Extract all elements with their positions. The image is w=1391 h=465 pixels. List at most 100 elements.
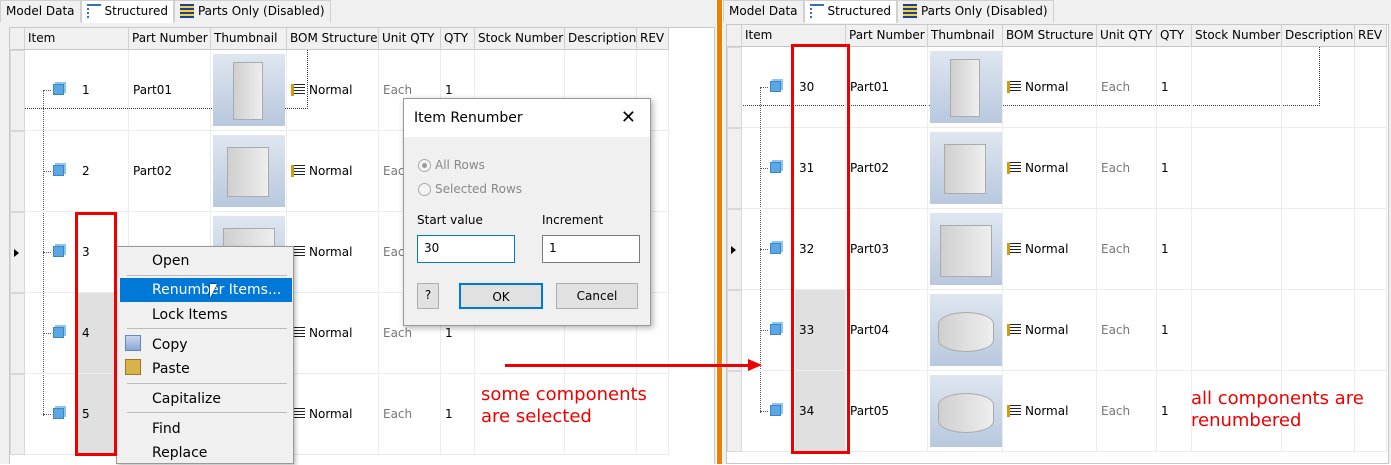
column-header[interactable]: Part Number bbox=[129, 28, 211, 50]
column-header[interactable]: Stock Number bbox=[1192, 25, 1282, 47]
menu-capitalize[interactable]: Capitalize bbox=[120, 387, 292, 411]
menu-open[interactable]: Open bbox=[120, 249, 292, 273]
menu-paste[interactable]: Paste bbox=[120, 357, 292, 381]
stock-number-cell[interactable] bbox=[1192, 47, 1282, 128]
column-header[interactable]: BOM Structure bbox=[287, 28, 379, 50]
part-number-cell[interactable]: Part01 bbox=[846, 47, 928, 128]
start-value-input[interactable]: 30 bbox=[417, 235, 515, 263]
rev-cell[interactable] bbox=[1355, 209, 1387, 290]
increment-input[interactable]: 1 bbox=[542, 235, 640, 263]
column-header[interactable]: REV bbox=[1355, 25, 1387, 47]
bom-structure-cell[interactable]: Normal bbox=[287, 374, 379, 455]
menu-lock-items[interactable]: Lock Items bbox=[120, 303, 292, 327]
column-header[interactable]: Description bbox=[1282, 25, 1355, 47]
column-header[interactable]: QTY bbox=[1157, 25, 1192, 47]
part-number-cell[interactable]: Part05 bbox=[846, 371, 928, 452]
column-header[interactable]: Item bbox=[25, 28, 129, 50]
part-number-cell[interactable]: Part02 bbox=[129, 131, 211, 212]
tab-label: Structured bbox=[827, 4, 891, 18]
row-header[interactable] bbox=[10, 50, 25, 131]
qty-cell[interactable]: 1 bbox=[1157, 47, 1192, 128]
bom-structure-cell[interactable]: Normal bbox=[1003, 128, 1097, 209]
menu-find[interactable]: Find bbox=[120, 417, 292, 441]
part-icon bbox=[770, 243, 781, 254]
description-cell[interactable] bbox=[1282, 47, 1355, 128]
description-cell[interactable] bbox=[1282, 128, 1355, 209]
stock-number-cell[interactable] bbox=[1192, 128, 1282, 209]
column-header[interactable]: Stock Number bbox=[475, 28, 565, 50]
menu-copy[interactable]: Copy bbox=[120, 333, 292, 357]
row-header[interactable] bbox=[727, 47, 742, 128]
column-header[interactable]: Unit QTY bbox=[379, 28, 441, 50]
row-header[interactable] bbox=[10, 374, 25, 455]
bom-structure-cell[interactable]: Normal bbox=[287, 50, 379, 131]
qty-cell[interactable]: 1 bbox=[1157, 371, 1192, 452]
unit-qty-cell[interactable]: Each bbox=[1097, 290, 1157, 371]
part-number-cell[interactable]: Part03 bbox=[846, 209, 928, 290]
column-header[interactable]: Thumbnail bbox=[928, 25, 1003, 47]
tab-model-data[interactable]: Model Data bbox=[723, 0, 804, 22]
qty-cell[interactable]: 1 bbox=[1157, 290, 1192, 371]
menu-replace[interactable]: Replace bbox=[120, 441, 292, 465]
row-header[interactable] bbox=[10, 293, 25, 374]
stock-number-cell[interactable] bbox=[1192, 290, 1282, 371]
unit-qty-cell[interactable]: Each bbox=[1097, 371, 1157, 452]
right-annotation: all components are renumbered bbox=[1191, 388, 1364, 431]
rev-cell[interactable] bbox=[1355, 290, 1387, 371]
column-header[interactable]: Part Number bbox=[846, 25, 928, 47]
column-header[interactable]: REV bbox=[637, 28, 669, 50]
ok-button[interactable]: OK bbox=[459, 283, 543, 309]
cancel-button[interactable]: Cancel bbox=[556, 283, 638, 309]
menu-renumber-items[interactable]: Renumber Items... bbox=[120, 278, 292, 302]
stock-number-cell[interactable] bbox=[1192, 209, 1282, 290]
item-number-cell[interactable]: 1 bbox=[78, 50, 129, 131]
selected-rows-radio[interactable]: Selected Rows bbox=[418, 182, 522, 196]
column-header[interactable]: Description bbox=[565, 28, 637, 50]
parts-only-icon bbox=[179, 4, 194, 18]
bom-structure-cell[interactable]: Normal bbox=[1003, 47, 1097, 128]
unit-qty-cell[interactable]: Each bbox=[1097, 47, 1157, 128]
close-icon[interactable]: ✕ bbox=[621, 107, 636, 128]
bom-structure-cell[interactable]: Normal bbox=[287, 131, 379, 212]
bom-normal-icon bbox=[1007, 243, 1021, 255]
qty-cell[interactable]: 1 bbox=[441, 374, 475, 455]
tab-label: Model Data bbox=[6, 4, 75, 18]
row-header[interactable] bbox=[727, 371, 742, 452]
right-renumber-highlight bbox=[791, 44, 850, 454]
tab-parts-only-disabled-[interactable]: Parts Only (Disabled) bbox=[173, 0, 331, 22]
tab-structured[interactable]: Structured bbox=[80, 0, 174, 23]
description-cell[interactable] bbox=[1282, 290, 1355, 371]
unit-qty-cell[interactable]: Each bbox=[1097, 128, 1157, 209]
rev-cell[interactable] bbox=[1355, 47, 1387, 128]
column-header[interactable]: Thumbnail bbox=[211, 28, 287, 50]
bom-structure-cell[interactable]: Normal bbox=[1003, 209, 1097, 290]
row-header[interactable] bbox=[727, 290, 742, 371]
help-button[interactable]: ? bbox=[417, 283, 439, 309]
part-number-cell[interactable]: Part04 bbox=[846, 290, 928, 371]
all-rows-radio[interactable]: All Rows bbox=[418, 158, 485, 172]
qty-cell[interactable]: 1 bbox=[1157, 128, 1192, 209]
bom-structure-cell[interactable]: Normal bbox=[1003, 290, 1097, 371]
tab-model-data[interactable]: Model Data bbox=[0, 0, 81, 22]
part-number-cell[interactable]: Part02 bbox=[846, 128, 928, 209]
row-header[interactable] bbox=[10, 212, 25, 293]
column-header[interactable]: Unit QTY bbox=[1097, 25, 1157, 47]
tab-parts-only-disabled-[interactable]: Parts Only (Disabled) bbox=[896, 0, 1054, 22]
unit-qty-cell[interactable]: Each bbox=[379, 374, 441, 455]
row-header[interactable] bbox=[727, 209, 742, 290]
bom-structure-cell[interactable]: Normal bbox=[287, 293, 379, 374]
orange-divider bbox=[717, 0, 722, 464]
column-header[interactable]: QTY bbox=[441, 28, 475, 50]
row-header[interactable] bbox=[10, 131, 25, 212]
rev-cell[interactable] bbox=[1355, 128, 1387, 209]
item-number-cell[interactable]: 2 bbox=[78, 131, 129, 212]
tab-structured[interactable]: Structured bbox=[803, 0, 897, 23]
row-header[interactable] bbox=[727, 128, 742, 209]
bom-structure-cell[interactable]: Normal bbox=[1003, 371, 1097, 452]
description-cell[interactable] bbox=[1282, 209, 1355, 290]
column-header[interactable]: BOM Structure bbox=[1003, 25, 1097, 47]
unit-qty-cell[interactable]: Each bbox=[1097, 209, 1157, 290]
part-number-cell[interactable]: Part01 bbox=[129, 50, 211, 131]
qty-cell[interactable]: 1 bbox=[1157, 209, 1192, 290]
bom-structure-cell[interactable]: Normal bbox=[287, 212, 379, 293]
